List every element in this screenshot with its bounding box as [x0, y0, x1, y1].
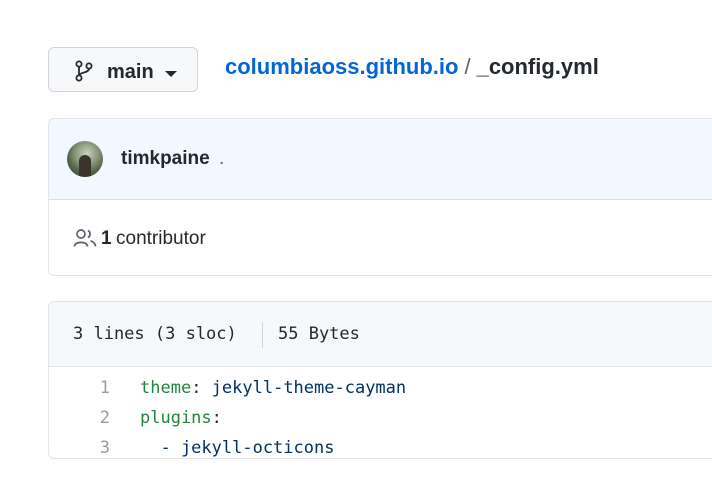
latest-commit-header: timkpaine . — [49, 119, 712, 200]
line-number[interactable]: 1 — [49, 373, 110, 403]
breadcrumb: columbiaoss.github.io / _config.yml — [225, 53, 599, 81]
latest-commit-box: timkpaine . 1 contributor — [48, 118, 712, 276]
people-icon — [73, 229, 97, 247]
yaml-value: - jekyll-octicons — [140, 438, 335, 458]
file-info-header: 3 lines (3 sloc) 55 Bytes — [49, 302, 712, 367]
avatar[interactable] — [67, 141, 103, 177]
yaml-colon: : — [191, 378, 202, 398]
code-view: 1 theme: jekyll-theme-cayman 2 plugins: … — [49, 367, 712, 458]
code-line: 2 plugins: — [49, 403, 712, 433]
line-number[interactable]: 2 — [49, 403, 110, 433]
file-info-divider — [262, 322, 263, 348]
branch-name: main — [107, 61, 154, 83]
breadcrumb-repo-link[interactable]: columbiaoss.github.io — [225, 54, 458, 79]
file-content-box: 3 lines (3 sloc) 55 Bytes 1 theme: jekyl… — [48, 301, 712, 459]
git-branch-icon — [75, 60, 93, 82]
breadcrumb-file-name: _config.yml — [476, 54, 599, 79]
yaml-colon: : — [211, 408, 222, 428]
code-line: 1 theme: jekyll-theme-cayman — [49, 373, 712, 403]
breadcrumb-separator: / — [464, 54, 471, 79]
caret-down-icon — [165, 71, 177, 77]
contributor-label: contributor — [116, 228, 206, 249]
commit-author-link[interactable]: timkpaine — [121, 147, 210, 171]
file-size: 55 Bytes — [278, 324, 360, 344]
commit-message-link[interactable]: . — [219, 147, 224, 171]
yaml-value: jekyll-theme-cayman — [201, 378, 407, 398]
code-line: 3 - jekyll-octicons — [49, 433, 712, 458]
line-number[interactable]: 3 — [49, 433, 110, 458]
yaml-key: plugins — [140, 408, 212, 428]
branch-selector-button[interactable]: main — [48, 47, 198, 92]
line-code: - jekyll-octicons — [140, 433, 335, 458]
yaml-key: theme — [140, 378, 192, 398]
file-line-count: 3 lines (3 sloc) — [73, 324, 237, 344]
avatar-figure — [79, 155, 91, 177]
contributor-count: 1 — [101, 228, 112, 249]
line-code: theme: jekyll-theme-cayman — [140, 373, 406, 403]
contributors-row[interactable]: 1 contributor — [49, 200, 712, 275]
line-code: plugins: — [140, 403, 222, 433]
